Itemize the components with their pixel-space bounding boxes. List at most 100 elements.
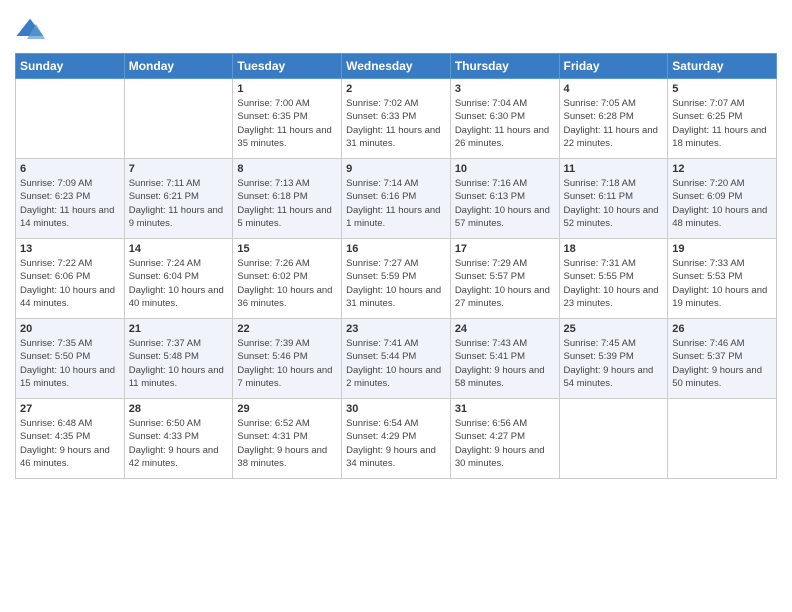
day-info: Sunrise: 7:24 AMSunset: 6:04 PMDaylight:… [129,257,229,310]
calendar-cell: 1 Sunrise: 7:00 AMSunset: 6:35 PMDaylight… [233,79,342,159]
calendar-cell: 28 Sunrise: 6:50 AMSunset: 4:33 PMDayligh… [124,399,233,479]
calendar-cell: 26 Sunrise: 7:46 AMSunset: 5:37 PMDayligh… [668,319,777,399]
calendar-cell: 21 Sunrise: 7:37 AMSunset: 5:48 PMDayligh… [124,319,233,399]
day-number: 3 [455,83,555,95]
day-info: Sunrise: 7:33 AMSunset: 5:53 PMDaylight:… [672,257,772,310]
day-info: Sunrise: 7:43 AMSunset: 5:41 PMDaylight:… [455,337,555,390]
calendar-cell: 20 Sunrise: 7:35 AMSunset: 5:50 PMDayligh… [16,319,125,399]
day-number: 18 [564,243,664,255]
day-number: 14 [129,243,229,255]
day-number: 21 [129,323,229,335]
day-info: Sunrise: 6:50 AMSunset: 4:33 PMDaylight:… [129,417,229,470]
day-number: 20 [20,323,120,335]
calendar-cell: 30Sunrise: 6:54 AMSunset: 4:29 PMDayligh… [342,399,451,479]
day-number: 22 [237,323,337,335]
weekday-header: Monday [124,54,233,79]
weekday-header: Tuesday [233,54,342,79]
day-number: 2 [346,83,446,95]
day-number: 16 [346,243,446,255]
day-number: 26 [672,323,772,335]
day-info: Sunrise: 7:46 AMSunset: 5:37 PMDaylight:… [672,337,772,390]
day-info: Sunrise: 7:27 AMSunset: 5:59 PMDaylight:… [346,257,446,310]
calendar-week-row: 6 Sunrise: 7:09 AMSunset: 6:23 PMDaylight… [16,159,777,239]
calendar-cell: 27Sunrise: 6:48 AMSunset: 4:35 PMDayligh… [16,399,125,479]
weekday-header: Thursday [450,54,559,79]
day-number: 10 [455,163,555,175]
day-number: 17 [455,243,555,255]
day-number: 15 [237,243,337,255]
calendar-cell: 12Sunrise: 7:20 AMSunset: 6:09 PMDayligh… [668,159,777,239]
day-info: Sunrise: 7:41 AMSunset: 5:44 PMDaylight:… [346,337,446,390]
weekday-header: Wednesday [342,54,451,79]
calendar-week-row: 27Sunrise: 6:48 AMSunset: 4:35 PMDayligh… [16,399,777,479]
day-info: Sunrise: 7:22 AMSunset: 6:06 PMDaylight:… [20,257,120,310]
calendar-cell: 19 Sunrise: 7:33 AMSunset: 5:53 PMDayligh… [668,239,777,319]
day-info: Sunrise: 7:20 AMSunset: 6:09 PMDaylight:… [672,177,772,230]
day-number: 4 [564,83,664,95]
day-info: Sunrise: 7:16 AMSunset: 6:13 PMDaylight:… [455,177,555,230]
calendar-cell [124,79,233,159]
calendar-cell: 4 Sunrise: 7:05 AMSunset: 6:28 PMDaylight… [559,79,668,159]
day-info: Sunrise: 6:56 AMSunset: 4:27 PMDaylight:… [455,417,555,470]
calendar-week-row: 13 Sunrise: 7:22 AMSunset: 6:06 PMDayligh… [16,239,777,319]
logo-icon [15,15,45,45]
weekday-header: Friday [559,54,668,79]
calendar-cell [668,399,777,479]
calendar-cell: 8 Sunrise: 7:13 AMSunset: 6:18 PMDaylight… [233,159,342,239]
calendar-cell: 6 Sunrise: 7:09 AMSunset: 6:23 PMDaylight… [16,159,125,239]
calendar-cell: 16 Sunrise: 7:27 AMSunset: 5:59 PMDayligh… [342,239,451,319]
calendar-cell: 3 Sunrise: 7:04 AMSunset: 6:30 PMDaylight… [450,79,559,159]
day-number: 7 [129,163,229,175]
day-info: Sunrise: 7:45 AMSunset: 5:39 PMDaylight:… [564,337,664,390]
day-info: Sunrise: 7:18 AMSunset: 6:11 PMDaylight:… [564,177,664,230]
day-number: 29 [237,403,337,415]
day-info: Sunrise: 6:52 AMSunset: 4:31 PMDaylight:… [237,417,337,470]
day-info: Sunrise: 7:07 AMSunset: 6:25 PMDaylight:… [672,97,772,150]
day-number: 28 [129,403,229,415]
calendar-cell: 24 Sunrise: 7:43 AMSunset: 5:41 PMDayligh… [450,319,559,399]
calendar-cell [16,79,125,159]
calendar-cell: 7Sunrise: 7:11 AMSunset: 6:21 PMDaylight… [124,159,233,239]
weekday-header-row: SundayMondayTuesdayWednesdayThursdayFrid… [16,54,777,79]
day-info: Sunrise: 6:48 AMSunset: 4:35 PMDaylight:… [20,417,120,470]
calendar-week-row: 20 Sunrise: 7:35 AMSunset: 5:50 PMDayligh… [16,319,777,399]
day-info: Sunrise: 7:39 AMSunset: 5:46 PMDaylight:… [237,337,337,390]
calendar-cell: 31 Sunrise: 6:56 AMSunset: 4:27 PMDayligh… [450,399,559,479]
day-number: 5 [672,83,772,95]
day-number: 1 [237,83,337,95]
calendar-cell: 23 Sunrise: 7:41 AMSunset: 5:44 PMDayligh… [342,319,451,399]
day-number: 24 [455,323,555,335]
calendar-cell: 25 Sunrise: 7:45 AMSunset: 5:39 PMDayligh… [559,319,668,399]
weekday-header: Sunday [16,54,125,79]
day-info: Sunrise: 6:54 AMSunset: 4:29 PMDaylight:… [346,417,446,470]
day-number: 6 [20,163,120,175]
day-number: 25 [564,323,664,335]
calendar-cell: 13 Sunrise: 7:22 AMSunset: 6:06 PMDayligh… [16,239,125,319]
calendar-cell: 9Sunrise: 7:14 AMSunset: 6:16 PMDaylight… [342,159,451,239]
calendar-cell: 10 Sunrise: 7:16 AMSunset: 6:13 PMDayligh… [450,159,559,239]
day-info: Sunrise: 7:09 AMSunset: 6:23 PMDaylight:… [20,177,120,230]
logo [15,15,49,45]
day-number: 8 [237,163,337,175]
day-info: Sunrise: 7:02 AMSunset: 6:33 PMDaylight:… [346,97,446,150]
day-info: Sunrise: 7:05 AMSunset: 6:28 PMDaylight:… [564,97,664,150]
day-info: Sunrise: 7:37 AMSunset: 5:48 PMDaylight:… [129,337,229,390]
day-info: Sunrise: 7:35 AMSunset: 5:50 PMDaylight:… [20,337,120,390]
calendar-cell: 2 Sunrise: 7:02 AMSunset: 6:33 PMDaylight… [342,79,451,159]
day-number: 9 [346,163,446,175]
day-info: Sunrise: 7:04 AMSunset: 6:30 PMDaylight:… [455,97,555,150]
day-info: Sunrise: 7:00 AMSunset: 6:35 PMDaylight:… [237,97,337,150]
calendar-cell [559,399,668,479]
day-info: Sunrise: 7:29 AMSunset: 5:57 PMDaylight:… [455,257,555,310]
day-number: 23 [346,323,446,335]
calendar-cell: 29 Sunrise: 6:52 AMSunset: 4:31 PMDayligh… [233,399,342,479]
day-number: 31 [455,403,555,415]
day-number: 19 [672,243,772,255]
page-header [15,15,777,45]
day-info: Sunrise: 7:26 AMSunset: 6:02 PMDaylight:… [237,257,337,310]
day-number: 13 [20,243,120,255]
calendar-cell: 5 Sunrise: 7:07 AMSunset: 6:25 PMDaylight… [668,79,777,159]
day-number: 11 [564,163,664,175]
day-info: Sunrise: 7:13 AMSunset: 6:18 PMDaylight:… [237,177,337,230]
weekday-header: Saturday [668,54,777,79]
